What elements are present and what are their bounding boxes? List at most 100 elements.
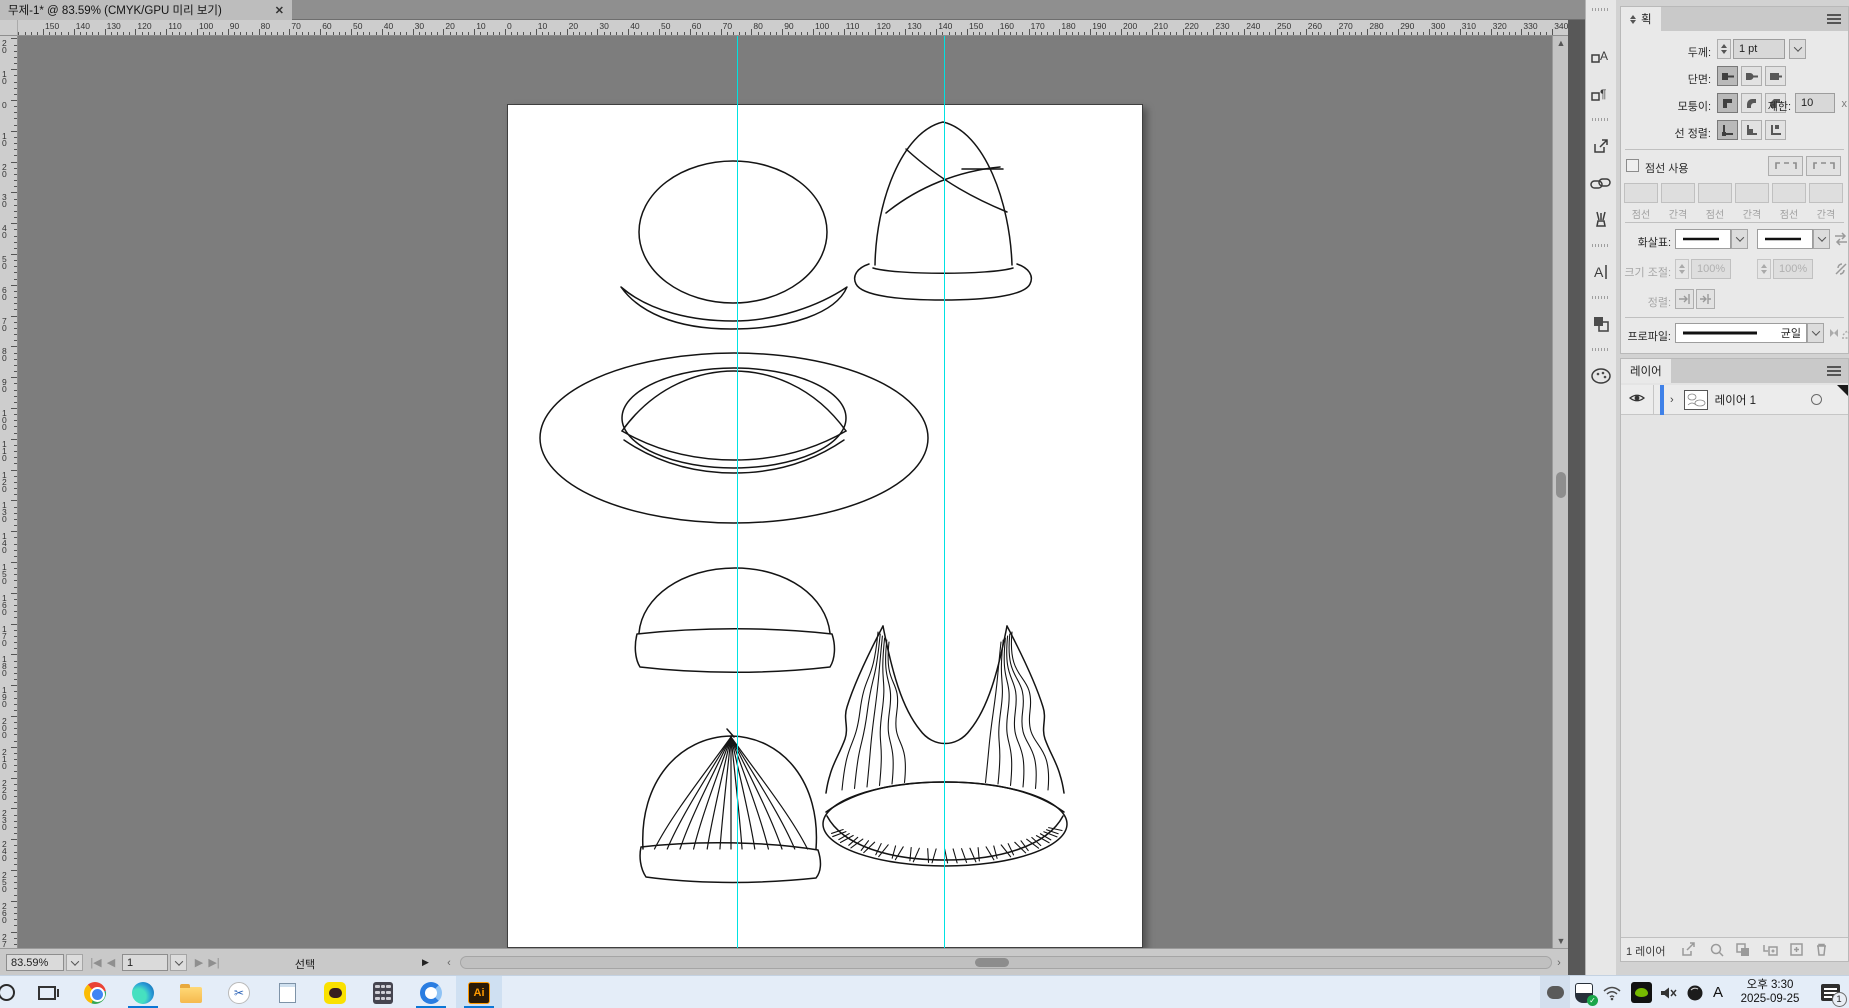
dash-field[interactable]	[1698, 183, 1732, 203]
scroll-down-icon[interactable]: ▼	[1553, 934, 1569, 948]
new-layer-icon[interactable]	[1789, 942, 1805, 960]
status-popup-icon[interactable]: ▶	[422, 957, 429, 968]
paragraph-styles-icon[interactable]: ¶	[1589, 82, 1613, 106]
arrowhead-end-select[interactable]	[1757, 229, 1813, 249]
gap-field[interactable]	[1809, 183, 1843, 203]
vertical-ruler[interactable]: 2 01 001 02 03 04 05 06 07 08 09 01 0 01…	[0, 36, 18, 948]
symbols-icon[interactable]	[1589, 312, 1613, 336]
layer-row[interactable]: › 레이어 1	[1621, 385, 1848, 415]
guide-line[interactable]	[737, 36, 738, 948]
weight-field[interactable]: 1 pt	[1733, 39, 1785, 59]
character-styles-icon[interactable]: A	[1589, 44, 1613, 68]
new-sublayer-icon[interactable]	[1762, 942, 1779, 960]
scroll-left-icon[interactable]: ‹	[442, 954, 456, 971]
scroll-right-icon[interactable]: ›	[1552, 954, 1566, 971]
edge-icon[interactable]	[120, 976, 166, 1008]
drag-handle[interactable]	[1592, 244, 1610, 247]
hat-cloche-seam[interactable]	[906, 149, 1007, 212]
arrowhead-end-dropdown-icon[interactable]	[1813, 229, 1830, 249]
last-page-icon[interactable]: ▶|	[206, 954, 222, 971]
links-icon[interactable]	[1589, 172, 1613, 196]
join-miter-button[interactable]	[1717, 93, 1738, 113]
gap-field[interactable]	[1661, 183, 1695, 203]
notification-center-icon[interactable]: 1	[1812, 976, 1848, 1008]
scale-start-stepper[interactable]	[1675, 259, 1689, 279]
notepad-icon[interactable]	[264, 976, 310, 1008]
collect-export-icon[interactable]	[1681, 942, 1697, 960]
profile-dropdown-icon[interactable]	[1807, 323, 1824, 343]
hat-bowler-brim[interactable]	[621, 287, 847, 329]
align-outside-button[interactable]	[1765, 120, 1786, 140]
horizontal-scroll-thumb[interactable]	[975, 958, 1009, 967]
security-shield-icon[interactable]	[1570, 976, 1598, 1008]
make-mask-icon[interactable]	[1735, 942, 1751, 960]
arrowhead-start-dropdown-icon[interactable]	[1731, 229, 1748, 249]
tab-layers[interactable]: 레이어	[1621, 359, 1671, 383]
task-view-button[interactable]	[24, 976, 70, 1008]
zoom-level-field[interactable]: 83.59%	[6, 954, 64, 971]
vertical-scrollbar[interactable]: ▲ ▼	[1552, 36, 1568, 948]
gap-field[interactable]	[1735, 183, 1769, 203]
taskbar-clock[interactable]: 오후 3:30 2025-09-25	[1728, 978, 1812, 1006]
arrow-align-tip-button[interactable]	[1675, 289, 1694, 309]
page-number-field[interactable]: 1	[122, 954, 168, 971]
delete-layer-icon[interactable]	[1814, 942, 1829, 960]
profile-select[interactable]: 균일	[1675, 323, 1807, 343]
arrowhead-start-select[interactable]	[1675, 229, 1731, 249]
drag-handle[interactable]	[1592, 348, 1610, 351]
hat-sun-brim[interactable]	[540, 353, 928, 523]
prev-page-icon[interactable]: ◀	[104, 954, 118, 971]
drag-handle[interactable]	[1592, 296, 1610, 299]
hat-knit-ribs[interactable]	[655, 737, 808, 849]
next-page-icon[interactable]: ▶	[192, 954, 206, 971]
color-panel-icon[interactable]	[1589, 364, 1613, 388]
tray-chat-icon[interactable]	[1540, 976, 1570, 1008]
page-dropdown-icon[interactable]	[170, 954, 187, 971]
chrome-icon[interactable]	[72, 976, 118, 1008]
calculator-icon[interactable]	[360, 976, 406, 1008]
tray-app-icon[interactable]	[1682, 976, 1708, 1008]
brushes-icon[interactable]	[1589, 208, 1613, 232]
tab-stroke[interactable]: 획	[1621, 7, 1661, 31]
hat-sun-brim-inner[interactable]	[622, 368, 846, 468]
nvidia-tray-icon[interactable]	[1626, 976, 1656, 1008]
layer-target-icon[interactable]	[1811, 394, 1822, 405]
scroll-up-icon[interactable]: ▲	[1553, 36, 1569, 50]
illustrator-icon[interactable]: Ai	[456, 976, 502, 1008]
file-explorer-icon[interactable]	[168, 976, 214, 1008]
scale-end-stepper[interactable]	[1757, 259, 1771, 279]
panel-collapse-icon[interactable]	[1630, 15, 1636, 24]
hat-cloche-band[interactable]	[873, 268, 1013, 273]
hat-fur-base-top[interactable]	[826, 782, 1064, 812]
first-page-icon[interactable]: |◀	[88, 954, 104, 971]
vertical-scroll-thumb[interactable]	[1556, 472, 1566, 498]
panel-menu-icon[interactable]	[1827, 366, 1841, 376]
wifi-icon[interactable]	[1598, 976, 1626, 1008]
hat-beanie-dome[interactable]	[639, 568, 830, 633]
zoom-dropdown-icon[interactable]	[66, 954, 83, 971]
close-icon[interactable]: ✕	[275, 4, 284, 17]
cap-projecting-button[interactable]	[1765, 66, 1786, 86]
volume-muted-icon[interactable]	[1656, 976, 1682, 1008]
dash-preserve-button[interactable]	[1768, 156, 1803, 176]
swap-arrowheads-icon[interactable]	[1833, 232, 1849, 251]
drag-handle[interactable]	[1592, 8, 1610, 11]
expand-chevron-icon[interactable]: ›	[1670, 394, 1674, 406]
hat-cloche-seam[interactable]	[886, 167, 1000, 213]
snipping-tool-icon[interactable]: ✂	[216, 976, 262, 1008]
link-scale-icon[interactable]	[1833, 261, 1849, 282]
weight-dropdown-icon[interactable]	[1789, 39, 1806, 59]
dashed-line-checkbox[interactable]	[1626, 159, 1639, 172]
locate-object-icon[interactable]	[1709, 942, 1725, 960]
document-tab[interactable]: 무제-1* @ 83.59% (CMYK/GPU 미리 보기) ✕	[0, 0, 292, 20]
visibility-eye-icon[interactable]	[1629, 391, 1645, 409]
flip-along-icon[interactable]	[1828, 326, 1840, 345]
hat-sun-crown[interactable]	[622, 371, 846, 431]
hat-fur-ucurve[interactable]	[883, 626, 1007, 744]
layer-name[interactable]: 레이어 1	[1715, 392, 1756, 408]
hat-bowler-crown[interactable]	[639, 161, 827, 303]
miter-limit-field[interactable]: 10	[1795, 93, 1835, 113]
dash-field[interactable]	[1624, 183, 1658, 203]
app-c-icon[interactable]	[408, 976, 454, 1008]
flip-across-icon[interactable]	[1841, 326, 1849, 345]
